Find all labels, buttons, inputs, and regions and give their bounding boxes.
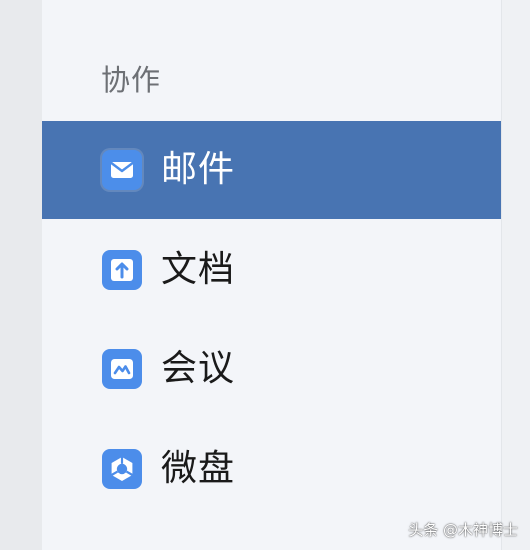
- left-edge: [0, 0, 42, 550]
- right-edge: [501, 0, 530, 550]
- sidebar-item-label: 邮件: [161, 149, 236, 190]
- watermark-text: 头条 @木神博士: [408, 521, 518, 539]
- drive-icon: [102, 449, 142, 489]
- sidebar-item-label: 会议: [161, 348, 236, 389]
- sidebar-item-meeting[interactable]: 会议: [42, 320, 501, 418]
- document-icon: [102, 250, 142, 290]
- section-title: 协作: [101, 63, 162, 97]
- sidebar-item-drive[interactable]: 微盘: [42, 420, 501, 518]
- mail-icon: [102, 150, 142, 190]
- sidebar-item-label: 文档: [161, 249, 236, 290]
- sidebar-item-mail[interactable]: 邮件: [42, 121, 501, 219]
- meeting-icon: [102, 349, 142, 389]
- sidebar-item-label: 微盘: [161, 448, 236, 489]
- sidebar-item-docs[interactable]: 文档: [42, 221, 501, 319]
